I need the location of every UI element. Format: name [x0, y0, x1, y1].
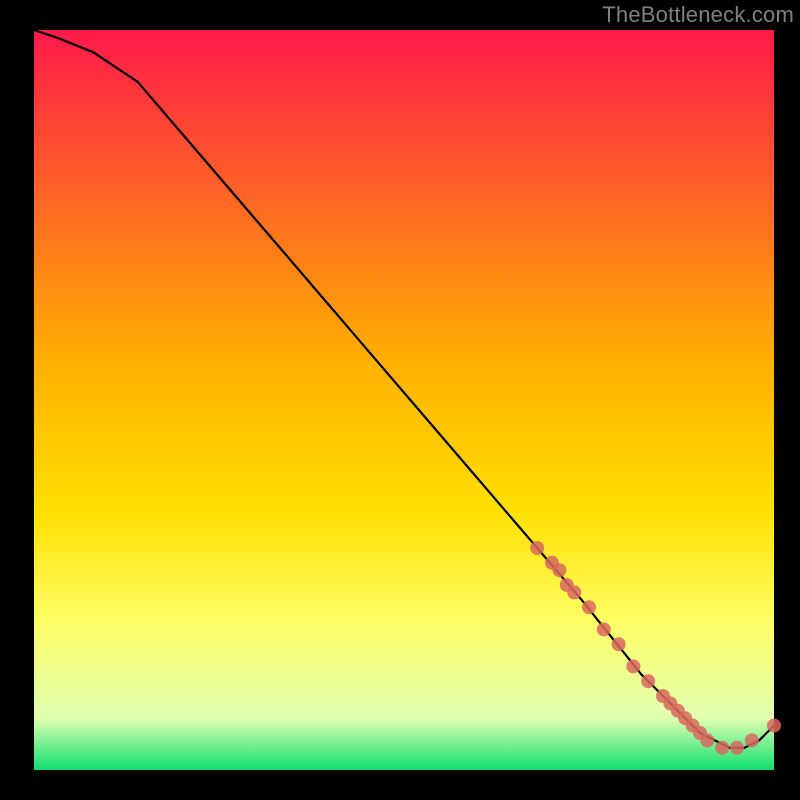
- data-point: [612, 637, 626, 651]
- data-point: [745, 733, 759, 747]
- data-point: [700, 733, 714, 747]
- data-point: [530, 541, 544, 555]
- bottleneck-chart: [0, 0, 800, 800]
- data-point: [641, 674, 655, 688]
- data-point: [730, 741, 744, 755]
- chart-stage: TheBottleneck.com: [0, 0, 800, 800]
- data-point: [582, 600, 596, 614]
- data-point: [715, 741, 729, 755]
- data-point: [767, 719, 781, 733]
- watermark-text: TheBottleneck.com: [602, 2, 794, 28]
- data-point: [626, 659, 640, 673]
- plot-background: [34, 30, 774, 770]
- data-point: [567, 585, 581, 599]
- data-point: [552, 563, 566, 577]
- data-point: [597, 622, 611, 636]
